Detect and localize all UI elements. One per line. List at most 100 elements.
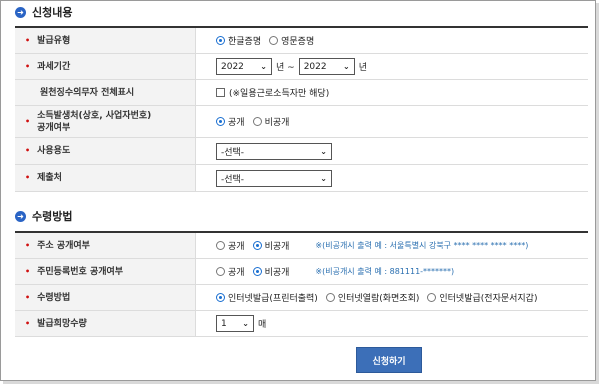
row-header: • 발급희망수량 [15,311,195,336]
radio-english-cert[interactable]: 영문증명 [269,34,314,47]
year-suffix: 년 [358,63,367,73]
row-label: 과세기간 [37,61,71,72]
radio-korean-cert[interactable]: 한글증명 [216,34,261,47]
row-label: 발급유형 [37,35,71,46]
row-value: 공개 비공개 [195,106,588,137]
row-header: • 사용용도 [15,138,195,164]
row-purpose: • 사용용도 -선택- ⌄ [15,138,588,165]
radio-label: 인터넷열람(화면조회) [337,294,420,304]
select-value: 2022 [303,61,327,72]
checkbox-label: (※일용근로소득자만 해당) [229,89,330,99]
select-value: -선택- [221,174,245,185]
radio-dot[interactable] [252,267,262,276]
section-title-label: 수령방법 [32,210,73,223]
row-label: 주민등록번호 공개여부 [37,266,124,277]
radio-label: 한글증명 [228,37,262,47]
radio-dot[interactable] [427,293,437,302]
required-mark: • [25,146,31,155]
apply-button[interactable]: 신청하기 [356,347,422,373]
radio-internet-wallet[interactable]: 인터넷발급(전자문서지갑) [427,291,537,304]
radio-dot[interactable] [252,241,262,250]
row-value: 인터넷발급(프린터출력) 인터넷열람(화면조회) 인터넷발급(전자문서지갑) [195,285,588,310]
select-value: 2022 [221,61,244,72]
row-value: -선택- ⌄ [195,165,588,191]
row-header: 원천징수의무자 전체표시 [15,80,195,105]
required-mark: • [25,61,31,71]
row-withholding: 원천징수의무자 전체표시 (※일용근로소득자만 해당) [15,80,588,106]
row-label: 수령방법 [37,292,71,303]
row-value: -선택- ⌄ [195,138,588,164]
radio-label: 인터넷발급(프린터출력) [228,294,318,304]
application-table: • 발급유형 한글증명 영문증명 • 과세기간 2022 ⌄ 년 ~ 2022 ⌄ 년 … [15,26,588,192]
radio-label: 비공개 [264,268,290,278]
radio-dot[interactable] [252,117,262,126]
copies-select[interactable]: 1 ⌄ [216,315,254,332]
radio-rrn-private[interactable]: 비공개 [252,265,290,278]
radio-dot[interactable] [216,267,225,276]
required-mark: • [25,240,31,250]
row-value: 한글증명 영문증명 [195,28,588,53]
tax-period-to-select[interactable]: 2022 ⌄ [298,58,355,75]
row-label: 소득발생처(상호, 사업자번호) 공개여부 [37,110,151,134]
radio-dot[interactable] [325,293,335,302]
row-header: • 과세기간 [15,54,195,79]
required-mark: • [25,292,31,302]
section-title-label: 신청내용 [32,6,73,19]
row-disclose-income-source: • 소득발생처(상호, 사업자번호) 공개여부 공개 비공개 [15,106,588,138]
row-label-line1: 소득발생처(상호, 사업자번호) [37,110,152,121]
row-header: • 주민등록번호 공개여부 [15,259,195,284]
row-label: 주소 공개여부 [37,240,90,251]
radio-address-private[interactable]: 비공개 [252,239,290,252]
submit-to-select[interactable]: -선택- ⌄ [216,169,332,187]
row-label: 발급희망수량 [37,318,87,329]
row-value: 2022 ⌄ 년 ~ 2022 ⌄ 년 [195,54,588,79]
row-header: • 주소 공개여부 [15,233,195,258]
required-mark: • [25,318,31,328]
required-mark: • [25,266,31,276]
required-mark: • [25,35,31,45]
radio-income-public[interactable]: 공개 [216,115,245,128]
address-note: ※(비공개시 출력 예 : 서울특별시 강북구 **** **** **** *… [315,241,529,250]
radio-internet-view[interactable]: 인터넷열람(화면조회) [325,291,420,304]
row-submit-to: • 제출처 -선택- ⌄ [15,165,588,192]
rrn-note: ※(비공개시 출력 예 : 881111-*******) [315,267,455,276]
radio-label: 인터넷발급(전자문서지갑) [439,294,538,304]
row-value: 공개 비공개 ※(비공개시 출력 예 : 서울특별시 강북구 **** ****… [195,233,588,258]
radio-rrn-public[interactable]: 공개 [216,265,245,278]
chevron-down-icon: ⌄ [320,146,327,156]
tax-period-from-select[interactable]: 2022 ⌄ [216,58,272,75]
radio-label: 비공개 [264,242,290,252]
arrow-right-icon: ➜ [15,210,26,222]
radio-dot[interactable] [216,36,225,45]
row-header: • 제출처 [15,165,195,191]
period-separator: 년 ~ [276,63,295,73]
chevron-down-icon: ⌄ [242,319,249,328]
radio-label: 공개 [228,118,245,128]
row-copies: • 발급희망수량 1 ⌄ 매 [15,311,588,337]
application-form-frame: ➜ 신청내용 • 발급유형 한글증명 영문증명 • 과세기간 2022 ⌄ 년 ~ 2… [0,0,596,381]
row-label: 사용용도 [37,146,71,156]
row-address-disclosure: • 주소 공개여부 공개 비공개 ※(비공개시 출력 예 : 서울특별시 강북구 … [15,233,588,259]
purpose-select[interactable]: -선택- ⌄ [216,142,332,160]
radio-dot[interactable] [269,36,279,45]
row-header: • 소득발생처(상호, 사업자번호) 공개여부 [15,106,195,137]
radio-address-public[interactable]: 공개 [216,239,245,252]
row-label: 원천징수의무자 전체표시 [40,87,135,98]
chevron-down-icon: ⌄ [342,62,350,71]
radio-label: 공개 [228,268,245,278]
radio-dot[interactable] [216,241,225,250]
section-title-receive: ➜ 수령방법 [15,208,72,224]
section-title-application: ➜ 신청내용 [15,4,72,20]
radio-label: 비공개 [264,118,290,128]
row-value: (※일용근로소득자만 해당) [195,80,588,105]
withholding-checkbox[interactable] [216,88,225,97]
radio-income-private[interactable]: 비공개 [252,115,290,128]
receive-table: • 주소 공개여부 공개 비공개 ※(비공개시 출력 예 : 서울특별시 강북구 … [15,231,588,337]
radio-dot[interactable] [216,117,225,126]
row-header: • 수령방법 [15,285,195,310]
row-rrn-disclosure: • 주민등록번호 공개여부 공개 비공개 ※(비공개시 출력 예 : 881111… [15,259,588,285]
row-label: 제출처 [37,173,62,183]
radio-dot[interactable] [216,293,225,302]
radio-internet-print[interactable]: 인터넷발급(프린터출력) [216,291,318,304]
copies-suffix: 매 [258,320,267,330]
